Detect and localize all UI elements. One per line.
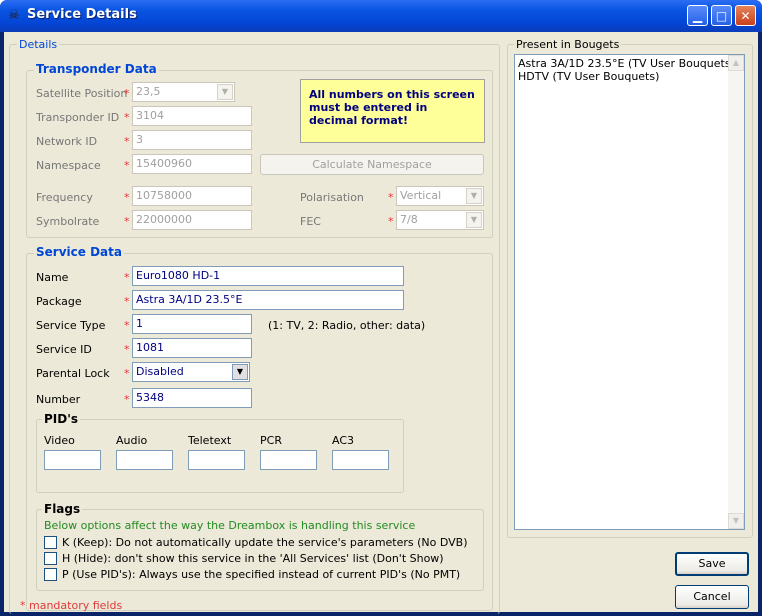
package-field[interactable]: Astra 3A/1D 23.5°E [132, 290, 404, 310]
service-type-label: Service Type [36, 319, 106, 332]
name-label: Name [36, 271, 69, 284]
save-button[interactable]: Save [675, 552, 749, 576]
list-item[interactable]: HDTV (TV User Bouquets) [518, 70, 659, 83]
satellite-position-value: 23,5 [136, 85, 161, 98]
polarisation-select[interactable]: Vertical ▼ [396, 186, 484, 206]
parental-lock-select[interactable]: Disabled ▼ [132, 362, 250, 382]
name-field[interactable]: Euro1080 HD-1 [132, 266, 404, 286]
required-marker: * [124, 271, 130, 284]
details-label: Details [17, 38, 60, 51]
close-button[interactable]: ✕ [735, 5, 756, 26]
pid-teletext-field[interactable] [188, 450, 245, 470]
pid-pcr-label: PCR [260, 434, 282, 447]
required-marker: * [124, 215, 130, 228]
number-label: Number [36, 393, 81, 406]
chevron-down-icon: ▼ [217, 84, 233, 100]
scroll-down-icon[interactable]: ▼ [728, 513, 744, 529]
service-type-field[interactable]: 1 [132, 314, 252, 334]
fec-value: 7/8 [400, 213, 418, 226]
required-marker: * [388, 191, 394, 204]
namespace-label: Namespace [36, 159, 101, 172]
window-title: Service Details [27, 7, 137, 22]
service-title: Service Data [34, 245, 124, 259]
pid-audio-field[interactable] [116, 450, 173, 470]
dialog-client: Details Transponder Data Satellite Posit… [4, 32, 758, 614]
service-details-window: ☠ Service Details ▁ □ ✕ Details Transpon… [0, 0, 762, 616]
pid-teletext-label: Teletext [188, 434, 232, 447]
network-id-label: Network ID [36, 135, 98, 148]
fec-label: FEC [300, 215, 321, 228]
transponder-id-field[interactable]: 3104 [132, 106, 252, 126]
bouquets-list[interactable]: Astra 3A/1D 23.5°E (TV User Bouquets) HD… [514, 54, 745, 530]
polarisation-label: Polarisation [300, 191, 364, 204]
network-id-field[interactable]: 3 [132, 130, 252, 150]
required-marker: * [124, 393, 130, 406]
required-marker: * [124, 111, 130, 124]
flag-hide-checkbox[interactable] [44, 552, 57, 565]
calculate-namespace-button[interactable]: Calculate Namespace [260, 154, 484, 175]
pid-video-field[interactable] [44, 450, 101, 470]
required-marker: * [388, 215, 394, 228]
required-marker: * [124, 319, 130, 332]
required-marker: * [124, 159, 130, 172]
service-id-field[interactable]: 1081 [132, 338, 252, 358]
required-marker: * [124, 343, 130, 356]
parental-lock-label: Parental Lock [36, 367, 110, 380]
service-type-hint: (1: TV, 2: Radio, other: data) [268, 319, 426, 332]
required-marker: * [124, 87, 130, 100]
symbolrate-label: Symbolrate [36, 215, 100, 228]
number-field[interactable]: 5348 [132, 388, 252, 408]
package-label: Package [36, 295, 82, 308]
transponder-title: Transponder Data [34, 62, 159, 76]
minimize-button[interactable]: ▁ [687, 5, 708, 26]
required-marker: * [124, 135, 130, 148]
minimize-icon: ▁ [692, 9, 703, 23]
scroll-up-icon[interactable]: ▲ [728, 55, 744, 71]
close-icon: ✕ [740, 9, 751, 23]
maximize-icon: □ [715, 9, 728, 23]
flag-keep-label: K (Keep): Do not automatically update th… [62, 536, 468, 549]
required-marker: * [124, 191, 130, 204]
pid-audio-label: Audio [116, 434, 148, 447]
maximize-button[interactable]: □ [711, 5, 732, 26]
transponder-id-label: Transponder ID [36, 111, 120, 124]
required-marker: * [124, 367, 130, 380]
chevron-down-icon: ▼ [232, 364, 248, 380]
namespace-field[interactable]: 15400960 [132, 154, 252, 174]
flag-keep-checkbox[interactable] [44, 536, 57, 549]
chevron-down-icon: ▼ [466, 188, 482, 204]
pids-title: PID's [42, 412, 81, 426]
bouquets-scrollbar[interactable]: ▲ ▼ [728, 55, 744, 529]
service-id-label: Service ID [36, 343, 92, 356]
flag-use-pids-checkbox[interactable] [44, 568, 57, 581]
fec-select[interactable]: 7/8 ▼ [396, 210, 484, 230]
satellite-position-label: Satellite Position [36, 87, 128, 100]
chevron-down-icon: ▼ [466, 212, 482, 228]
mandatory-fields-note: * mandatory fields [20, 599, 123, 612]
list-item[interactable]: Astra 3A/1D 23.5°E (TV User Bouquets) [518, 57, 735, 70]
symbolrate-field[interactable]: 22000000 [132, 210, 252, 230]
flag-use-pids-label: P (Use PID's): Always use the specified … [62, 568, 461, 581]
frequency-label: Frequency [36, 191, 93, 204]
polarisation-value: Vertical [400, 189, 442, 202]
title-bar[interactable]: ☠ Service Details ▁ □ ✕ [0, 0, 762, 32]
bouquets-title: Present in Bougets [514, 38, 622, 51]
pid-ac3-label: AC3 [332, 434, 355, 447]
flags-description: Below options affect the way the Dreambo… [44, 519, 416, 532]
pid-pcr-field[interactable] [260, 450, 317, 470]
frequency-field[interactable]: 10758000 [132, 186, 252, 206]
app-icon: ☠ [8, 8, 20, 23]
pid-video-label: Video [44, 434, 75, 447]
required-marker: * [124, 295, 130, 308]
decimal-format-note: All numbers on this screen must be enter… [300, 79, 485, 143]
cancel-button[interactable]: Cancel [675, 585, 749, 609]
parental-lock-value: Disabled [136, 365, 184, 378]
flags-title: Flags [42, 502, 83, 516]
flag-hide-label: H (Hide): don't show this service in the… [62, 552, 444, 565]
satellite-position-select[interactable]: 23,5 ▼ [132, 82, 235, 102]
pid-ac3-field[interactable] [332, 450, 389, 470]
